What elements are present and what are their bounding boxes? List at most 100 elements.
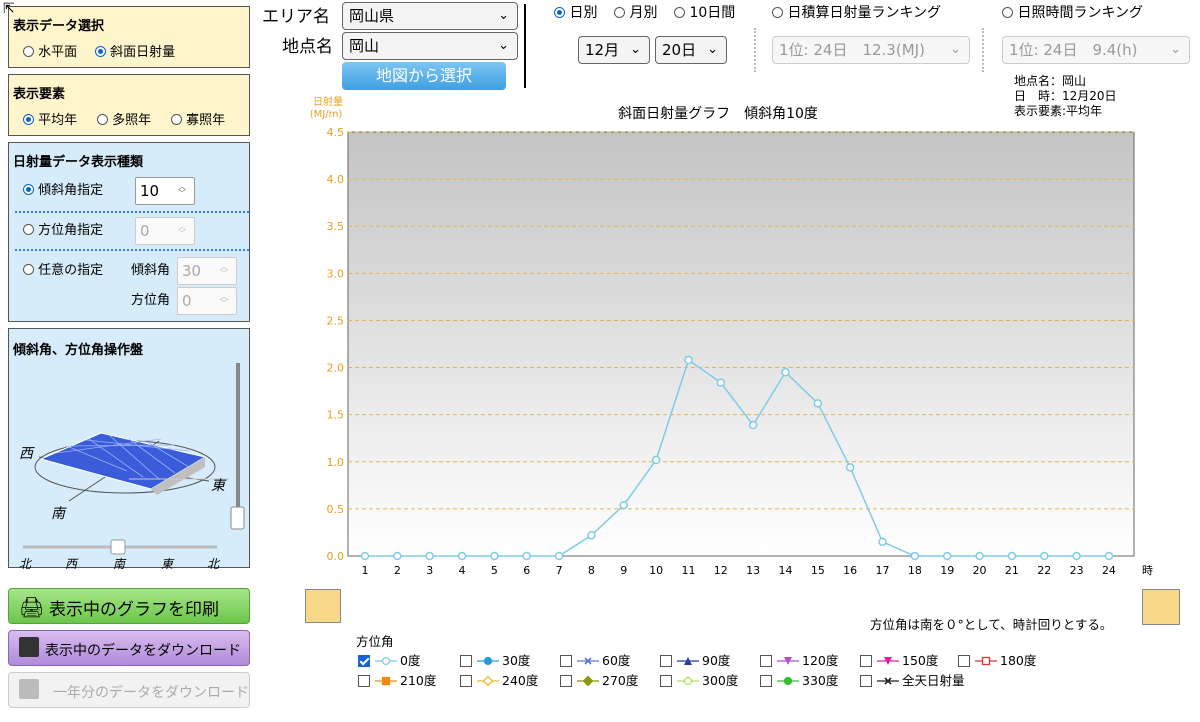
series-marker-icon [975,653,1000,668]
radio-icon [674,7,685,18]
x-tick-label: 20 [973,564,987,577]
checkbox-icon [660,655,672,667]
radio-icon [171,114,182,125]
legend-item[interactable]: 全天日射量 [860,670,965,689]
print-button[interactable]: 🖨 表示中のグラフを印刷 [8,588,250,624]
series-marker-icon [777,653,802,668]
legend-item[interactable]: 180度 [958,650,1036,669]
legend-item[interactable]: 240度 [460,670,538,689]
data-point [684,355,693,365]
data-point [975,551,984,561]
printer-icon: 🖨 [19,595,45,619]
free-tilt-label: 傾斜角 [131,263,171,278]
point-select[interactable]: 岡山 ⌄ [342,32,518,60]
radio-tilt[interactable]: 傾斜角指定 [23,179,103,198]
slider-thumb-v [230,506,245,530]
legend-label: 90度 [702,653,731,668]
radio-horizontal[interactable]: 水平面 [23,41,77,60]
checkbox-icon [560,655,572,667]
data-point [522,551,531,561]
x-tick-label: 24 [1102,564,1116,577]
radio-monthly[interactable]: 月別 [614,2,657,22]
data-point [748,420,758,430]
label-east: 東 [211,478,225,494]
label-south: 南 [51,506,65,522]
free-az-input[interactable]: 0 ︿ ﹀ [177,287,237,315]
x-tick-label: 11 [681,564,695,577]
x-tick-label: 23 [1070,564,1084,577]
map-select-button[interactable]: 地図から選択 [342,62,506,90]
data-point [1007,551,1017,561]
month-select[interactable]: 12月 ⌄ [578,36,650,64]
plot-area [347,131,1135,557]
radio-icon [614,7,625,18]
radio-icon [97,114,108,125]
area-select[interactable]: 岡山県 ⌄ [342,2,518,30]
legend-label: 240度 [502,673,539,688]
data-point [619,500,629,510]
data-point [457,551,467,561]
series-marker-icon [677,653,702,668]
data-point [942,551,952,561]
radio-icon [772,7,783,18]
day-select[interactable]: 20日 ⌄ [655,36,727,64]
label-west: 西 [19,446,33,462]
data-point [813,399,823,408]
radio-sunny-year[interactable]: 多照年 [97,109,151,128]
radio-free[interactable]: 任意の指定 [23,259,103,278]
free-tilt-input[interactable]: 30 ︿ ﹀ [177,257,237,285]
x-tick-label: 1 [362,564,369,577]
series-marker-icon [877,653,902,668]
legend-item[interactable]: 210度 [358,670,436,689]
divider [15,249,249,251]
azimuth-input[interactable]: 0 ︿ ﹀ [135,217,195,245]
radio-slope[interactable]: 斜面日射量 [95,41,175,60]
data-point [1072,551,1081,561]
legend-item[interactable]: 300度 [660,670,738,689]
series-marker-icon [375,673,400,688]
legend-label: 180度 [1000,653,1037,668]
scale-s: 南 [113,557,126,571]
legend-item[interactable]: 150度 [860,650,938,669]
legend-label: 300度 [702,673,739,688]
download-button[interactable]: 表示中のデータをダウンロード [8,630,250,666]
radio-avg-year[interactable]: 平均年 [23,109,77,128]
legend-label: 330度 [802,673,839,688]
point-label: 地点名 [282,37,333,57]
rank-radiation-select[interactable]: 1位: 24日 12.3(MJ) ⌄ [772,36,970,64]
radio-cloudy-year[interactable]: 寡照年 [171,109,225,128]
y-tick-label: 0.5 [327,503,345,516]
radio-azimuth[interactable]: 方位角指定 [23,219,103,238]
series-marker-icon [777,673,802,688]
stepper-icon: ︿ ﹀ [178,182,186,198]
y-tick-label: 3.5 [327,220,345,233]
tilt-input[interactable]: 10 ︿ ﹀ [135,177,195,205]
dotted-divider [982,28,984,72]
legend-item[interactable]: 0度 [358,650,420,669]
x-tick-label: 10 [649,564,663,577]
legend-item[interactable]: 90度 [660,650,730,669]
legend-item[interactable]: 30度 [460,650,530,669]
legend-label: 60度 [602,653,631,668]
rank-sunshine-select[interactable]: 1位: 24日 9.4(h) ⌄ [1002,36,1190,64]
legend-item[interactable]: 120度 [760,650,838,669]
header-divider [524,4,526,88]
download-year-button[interactable]: 一年分のデータをダウンロード [8,672,250,708]
azimuth-note: 方位角は南を０°として、時計回りとする。 [870,617,1113,632]
chevron-down-icon: ⌄ [950,42,961,57]
radio-rank-sunshine[interactable]: 日照時間ランキング [1002,2,1143,22]
radio-icon [95,46,106,57]
radio-daily[interactable]: 日別 [554,2,597,22]
checkbox-icon [760,675,772,687]
radio-rank-radiation[interactable]: 日積算日射量ランキング [772,2,941,22]
checkbox-icon [660,675,672,687]
data-point [554,551,564,561]
data-point [845,463,855,472]
radiation-chart: 斜面日射量グラフ 傾斜角10度 日射量 (MJ/m) 0.0 0.5 1.0 1.5 2… [310,96,1153,577]
series-marker-icon [577,673,602,688]
legend-item[interactable]: 270度 [560,670,638,689]
radio-10days[interactable]: 10日間 [674,2,735,22]
kind-panel: 日射量データ表示種類 傾斜角指定 10 ︿ ﹀ 方位角指定 0 ︿ ﹀ 任意の指定 傾斜… [8,142,250,322]
legend-item[interactable]: 330度 [760,670,838,689]
legend-item[interactable]: 60度 [560,650,630,669]
